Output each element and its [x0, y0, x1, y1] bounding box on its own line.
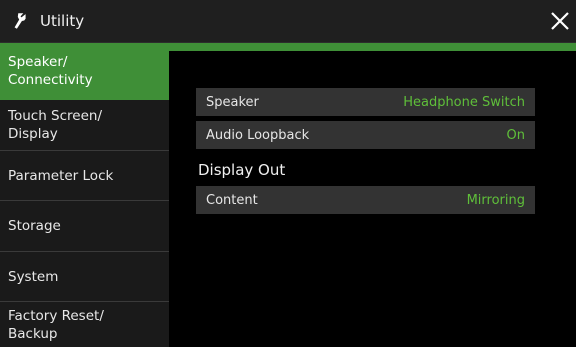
- display-out-heading: Display Out: [198, 161, 286, 179]
- speaker-label: Speaker: [206, 94, 259, 110]
- sidebar: Speaker/ Connectivity Touch Screen/ Disp…: [0, 43, 169, 347]
- sidebar-item-parameter-lock[interactable]: Parameter Lock: [0, 151, 169, 201]
- audio-loopback-value[interactable]: On: [507, 128, 525, 143]
- active-tab-indicator: [169, 43, 576, 51]
- title-bar: Utility: [0, 0, 576, 43]
- close-icon[interactable]: [548, 9, 572, 33]
- sidebar-item-touch-screen-display[interactable]: Touch Screen/ Display: [0, 100, 169, 151]
- audio-loopback-label: Audio Loopback: [206, 127, 310, 143]
- content-label: Content: [206, 192, 258, 208]
- window-title: Utility: [40, 12, 85, 30]
- audio-loopback-setting[interactable]: Audio Loopback On: [196, 121, 535, 149]
- wrench-icon: [14, 13, 26, 29]
- speaker-setting[interactable]: Speaker Headphone Switch: [196, 88, 535, 116]
- speaker-value[interactable]: Headphone Switch: [403, 95, 525, 110]
- sidebar-item-system[interactable]: System: [0, 252, 169, 302]
- content-setting[interactable]: Content Mirroring: [196, 186, 535, 214]
- sidebar-item-factory-reset-backup[interactable]: Factory Reset/ Backup: [0, 302, 169, 347]
- sidebar-item-storage[interactable]: Storage: [0, 201, 169, 252]
- sidebar-item-speaker-connectivity[interactable]: Speaker/ Connectivity: [0, 43, 169, 100]
- content-value[interactable]: Mirroring: [467, 193, 525, 208]
